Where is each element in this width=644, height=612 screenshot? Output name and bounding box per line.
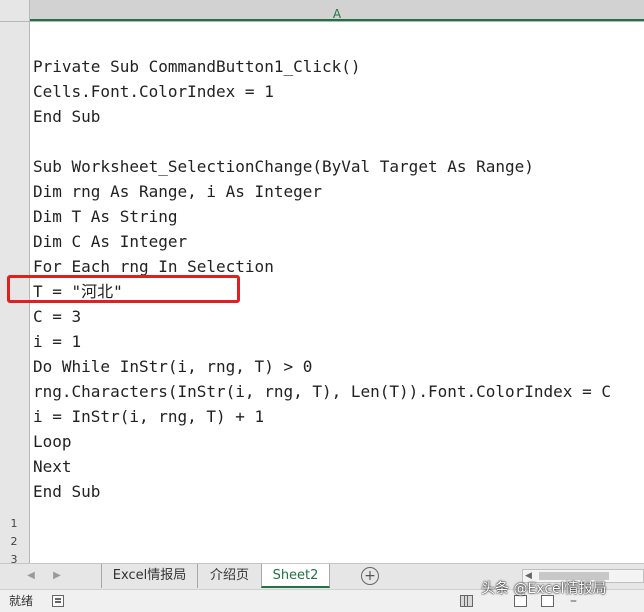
code-line: C = 3 xyxy=(33,307,82,326)
tab-sheet2[interactable]: Sheet2 xyxy=(261,564,330,588)
column-header-bar: A xyxy=(0,0,644,22)
plus-circle-icon[interactable]: + xyxy=(361,567,379,585)
tab-intro[interactable]: 介绍页 xyxy=(197,564,261,588)
chevron-right-icon[interactable]: ▶ xyxy=(46,564,68,588)
watermark: 头条 @Excel情报局 xyxy=(481,581,607,597)
code-line: Dim C As Integer xyxy=(33,232,188,251)
code-line: i = 1 xyxy=(33,332,82,351)
highlight-box xyxy=(7,275,240,303)
macro-record-icon[interactable] xyxy=(52,595,64,607)
code-line: Private Sub CommandButton1_Click() xyxy=(33,57,361,76)
code-line: Dim rng As Range, i As Integer xyxy=(33,182,322,201)
row-header-1[interactable]: 1 xyxy=(0,516,28,532)
code-line: Loop xyxy=(33,432,72,451)
row-header-2[interactable]: 2 xyxy=(0,534,28,550)
code-line: End Sub xyxy=(33,107,101,126)
normal-view-icon[interactable] xyxy=(460,595,473,607)
code-line: Next xyxy=(33,457,72,476)
code-line: Dim T As String xyxy=(33,207,178,226)
select-all-corner[interactable] xyxy=(0,0,30,21)
code-line: End Sub xyxy=(33,482,101,501)
tab-excel-info[interactable]: Excel情报局 xyxy=(101,564,197,588)
code-line: Do While InStr(i, rng, T) > 0 xyxy=(33,357,313,376)
status-ready: 就绪 xyxy=(9,594,34,608)
code-line: Cells.Font.ColorIndex = 1 xyxy=(33,82,274,101)
chevron-left-icon[interactable]: ◀ xyxy=(20,564,42,588)
code-line: Sub Worksheet_SelectionChange(ByVal Targ… xyxy=(33,157,534,176)
code-line: rng.Characters(InStr(i, rng, T), Len(T))… xyxy=(33,382,611,401)
code-line: i = InStr(i, rng, T) + 1 xyxy=(33,407,265,426)
column-header-a[interactable]: A xyxy=(30,0,644,21)
